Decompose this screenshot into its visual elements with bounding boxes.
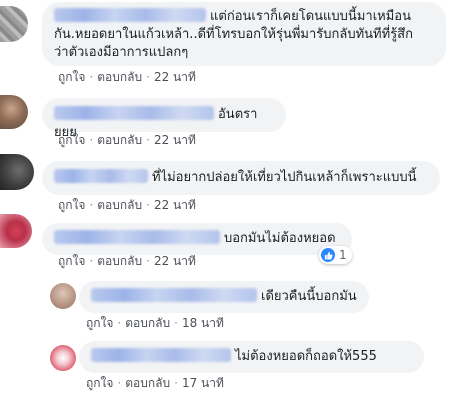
reply-link[interactable]: ตอบกลับ xyxy=(97,133,142,147)
like-link[interactable]: ถูกใจ xyxy=(58,198,85,212)
avatar[interactable] xyxy=(0,6,28,42)
timestamp[interactable]: 17 นาที xyxy=(182,376,224,390)
reply-bubble: เดียวคืนนี้บอกมัน xyxy=(79,281,369,313)
commenter-name-blurred[interactable] xyxy=(91,288,257,302)
reply-link[interactable]: ตอบกลับ xyxy=(125,376,170,390)
commenter-name-blurred[interactable] xyxy=(54,8,206,22)
like-link[interactable]: ถูกใจ xyxy=(86,316,113,330)
reply-link[interactable]: ตอบกลับ xyxy=(97,70,142,84)
comment-actions: ถูกใจ · ตอบกลับ · 18 นาที xyxy=(86,316,224,330)
timestamp[interactable]: 22 นาที xyxy=(154,254,196,268)
avatar[interactable] xyxy=(0,154,34,190)
reply-link[interactable]: ตอบกลับ xyxy=(97,198,142,212)
comment-actions: ถูกใจ · ตอบกลับ · 17 นาที xyxy=(86,376,224,390)
comment-text: แต่ก่อนเราก็เคยโดนแบบนี้มาเหมือน xyxy=(210,9,411,24)
reaction-count: 1 xyxy=(339,248,347,262)
comment-bubble: บอกมันไม่ต้องหยอด xyxy=(42,223,352,255)
reply-bubble: ไม่ต้องหยอดก็ถอดให้555 xyxy=(79,341,424,373)
thumbs-up-icon xyxy=(321,248,335,262)
comment-actions: ถูกใจ · ตอบกลับ · 22 นาที xyxy=(58,254,196,268)
comment-actions: ถูกใจ · ตอบกลับ · 22 นาที xyxy=(58,198,196,212)
avatar[interactable] xyxy=(0,214,32,248)
reaction-badge[interactable]: 1 xyxy=(319,246,352,264)
avatar[interactable] xyxy=(0,95,28,129)
commenter-name-blurred[interactable] xyxy=(54,106,214,120)
comment-bubble: ที่ไม่อยากปล่อยให้เที่ยวไปกินเหล้าก็เพรา… xyxy=(42,161,440,195)
commenter-name-blurred[interactable] xyxy=(54,169,148,183)
avatar[interactable] xyxy=(50,283,76,309)
comment-text: ว่าตัวเองมีอาการแปลกๆ xyxy=(54,45,189,60)
like-link[interactable]: ถูกใจ xyxy=(58,70,85,84)
timestamp[interactable]: 22 นาที xyxy=(154,198,196,212)
comment-text: เดียวคืนนี้บอกมัน xyxy=(261,289,357,304)
timestamp[interactable]: 22 นาที xyxy=(154,133,196,147)
like-link[interactable]: ถูกใจ xyxy=(86,376,113,390)
timestamp[interactable]: 18 นาที xyxy=(182,316,224,330)
avatar[interactable] xyxy=(50,345,76,371)
comment-bubble: อันตรายยย xyxy=(42,98,286,140)
comment-actions: ถูกใจ · ตอบกลับ · 22 นาที xyxy=(58,70,196,84)
like-link[interactable]: ถูกใจ xyxy=(58,254,85,268)
commenter-name-blurred[interactable] xyxy=(54,230,220,244)
reply-link[interactable]: ตอบกลับ xyxy=(125,316,170,330)
like-link[interactable]: ถูกใจ xyxy=(58,133,85,147)
comment-bubble: แต่ก่อนเราก็เคยโดนแบบนี้มาเหมือน กัน.หยอ… xyxy=(42,2,446,66)
comment-text: ที่ไม่อยากปล่อยให้เที่ยวไปกินเหล้าก็เพรา… xyxy=(152,170,417,185)
comment-text: ไม่ต้องหยอดก็ถอดให้555 xyxy=(235,349,377,364)
comment-actions: ถูกใจ · ตอบกลับ · 22 นาที xyxy=(58,133,196,147)
timestamp[interactable]: 22 นาที xyxy=(154,70,196,84)
commenter-name-blurred[interactable] xyxy=(91,348,231,362)
comment-text: กัน.หยอดยาในแก้วเหล้า..ดีที่โทรบอกให้รุ่… xyxy=(54,27,413,42)
comment-text: บอกมันไม่ต้องหยอด xyxy=(224,231,336,246)
reply-link[interactable]: ตอบกลับ xyxy=(97,254,142,268)
